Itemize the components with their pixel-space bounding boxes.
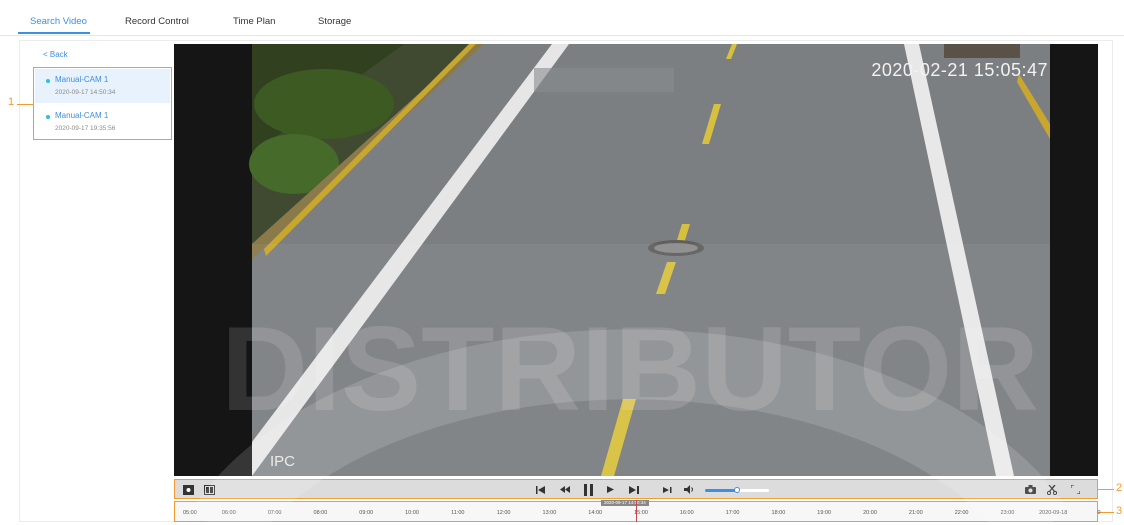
record-time: 2020-09-17 14:50:34: [55, 89, 116, 96]
timeline-tick-label: 21:00: [908, 510, 923, 516]
playback-toolbar: [174, 479, 1098, 499]
timeline-tick-label: 2020-09-18: [1039, 510, 1068, 516]
timeline-cursor-label: 2020-09-17 14:50:34: [601, 500, 649, 506]
fullscreen-icon[interactable]: [1069, 483, 1081, 496]
callout-line-2: [1098, 489, 1114, 490]
timeline-tick-label: 08:00: [313, 510, 328, 516]
status-dot-icon: [46, 115, 50, 119]
road-scene-image: [174, 44, 1098, 476]
callout-3: 3: [1116, 505, 1123, 517]
skip-start-icon[interactable]: [534, 483, 546, 496]
timeline-bar[interactable]: 2020-09-17 14:50:34 05:00 06:00 07:00 08:00…: [174, 500, 1101, 522]
fast-forward-icon[interactable]: [605, 483, 617, 496]
timeline-tick-label: 23:00: [1000, 510, 1015, 516]
pause-icon[interactable]: [582, 483, 594, 496]
video-player[interactable]: 2020-02-21 15:05:47 IPC: [174, 44, 1098, 476]
timeline-tick-label: 07:00: [267, 510, 282, 516]
timeline-tick-label: 14:00: [588, 510, 603, 516]
record-list: Manual-CAM 1 2020-09-17 14:50:34 Manual-…: [33, 67, 172, 140]
callout-2: 2: [1116, 482, 1123, 494]
timeline-tick-label: 11:00: [451, 510, 465, 516]
record-time: 2020-09-17 19:35:56: [55, 125, 116, 132]
callout-1: 1: [8, 96, 15, 108]
osd-channel-label: IPC: [270, 453, 296, 470]
timeline-tick-label: 10:00: [405, 510, 419, 516]
tab-storage[interactable]: Storage: [318, 16, 351, 27]
snapshot-stream-icon[interactable]: [182, 483, 194, 496]
record-item[interactable]: Manual-CAM 1 2020-09-17 14:50:34: [35, 69, 170, 103]
timeline-tick-label: 0: [1097, 510, 1101, 516]
timeline-tick-label: 16:00: [679, 510, 694, 516]
record-name: Manual-CAM 1: [55, 111, 109, 120]
window-split-icon[interactable]: [203, 483, 215, 496]
timeline-tick-label: 05:00: [183, 510, 197, 516]
callout-line-1: [17, 104, 33, 105]
timeline-tick-label: 20:00: [863, 510, 877, 516]
volume-slider-handle[interactable]: [734, 487, 740, 493]
skip-end-icon[interactable]: [661, 483, 673, 496]
volume-slider[interactable]: [705, 487, 769, 493]
camera-snapshot-icon[interactable]: [1024, 483, 1036, 496]
timeline-tick-label: 18:00: [771, 510, 786, 516]
timeline-tick-label: 19:00: [817, 510, 832, 516]
timeline-tick-label: 09:00: [359, 510, 374, 516]
record-name: Manual-CAM 1: [55, 75, 109, 84]
osd-timestamp: 2020-02-21 15:05:47: [871, 60, 1048, 80]
timeline-tick-label: 22:00: [954, 510, 969, 516]
next-frame-icon[interactable]: [628, 483, 640, 496]
timeline-tick-label: 17:00: [725, 510, 740, 516]
tab-search-video[interactable]: Search Video: [30, 16, 87, 27]
active-tab-indicator: [18, 32, 90, 34]
tab-time-plan[interactable]: Time Plan: [233, 16, 275, 27]
volume-icon[interactable]: [683, 483, 695, 496]
timeline-tick-label: 06:00: [221, 510, 236, 516]
back-link[interactable]: < Back: [43, 50, 68, 59]
status-dot-icon: [46, 79, 50, 83]
tab-bar: Search Video Record Control Time Plan St…: [0, 0, 1124, 36]
clip-scissors-icon[interactable]: [1046, 483, 1058, 496]
timeline-tick-label: 12:00: [496, 510, 511, 516]
timeline-tick-label: 15:00: [634, 510, 648, 516]
slow-icon[interactable]: [559, 483, 571, 496]
volume-slider-fill: [705, 489, 737, 492]
tab-record-control[interactable]: Record Control: [125, 16, 189, 27]
timeline-tick-label: 13:00: [542, 510, 557, 516]
record-item[interactable]: Manual-CAM 1 2020-09-17 19:35:56: [35, 105, 170, 139]
